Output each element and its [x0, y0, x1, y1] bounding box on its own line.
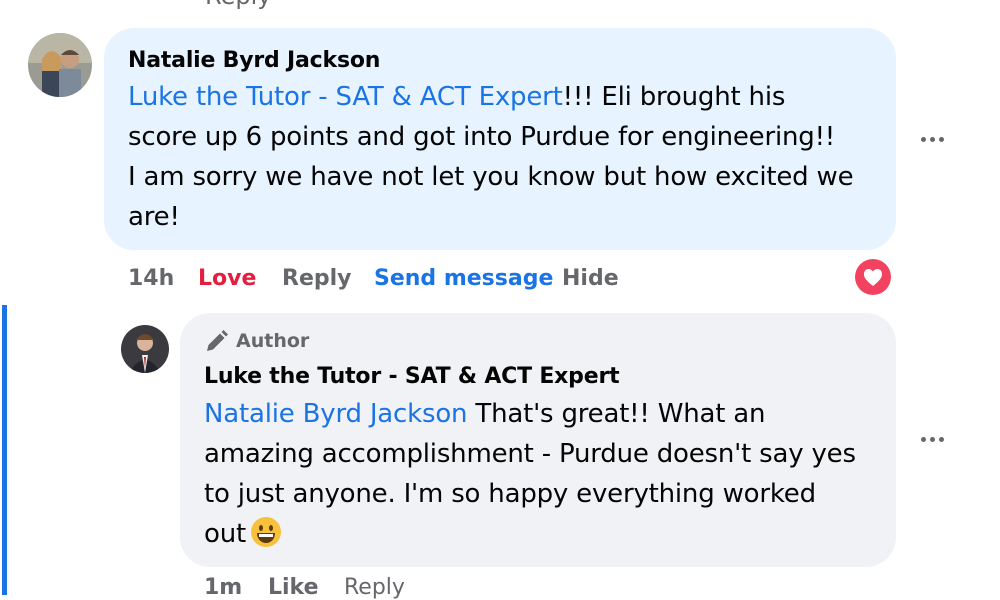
reply-text-line-4: out [204, 514, 856, 554]
comment-text-line-4: are! [128, 202, 180, 232]
reply-text-line-1: Natalie Byrd Jackson That's great!! What… [204, 394, 856, 434]
reply-text-line-1-rest: That's great!! What an [467, 399, 766, 429]
avatar-photo [28, 33, 92, 97]
reply-timestamp[interactable]: 1m [204, 575, 242, 600]
author-badge-label: Author [236, 330, 310, 352]
previous-reply-link[interactable]: Reply [205, 0, 271, 10]
comment-text-line-2: score up 6 points and got into Purdue fo… [128, 122, 836, 152]
comment-author-name[interactable]: Natalie Byrd Jackson [128, 48, 380, 73]
send-message-button[interactable]: Send message [374, 266, 553, 291]
comment-more-options-icon[interactable] [921, 136, 947, 144]
thread-highlight-line [2, 305, 7, 595]
avatar-natalie[interactable] [28, 33, 92, 97]
comment-text-line-3: I am sorry we have not let you know but … [128, 162, 854, 192]
like-button[interactable]: Like [268, 575, 319, 600]
heart-reaction-icon[interactable] [855, 259, 891, 295]
reply-text: Natalie Byrd Jackson That's great!! What… [204, 394, 856, 554]
reply-text-line-4-word: out [204, 519, 246, 549]
grinning-face-emoji-icon [250, 517, 281, 547]
heart-icon [864, 269, 882, 286]
reply-mention[interactable]: Natalie Byrd Jackson [204, 399, 468, 429]
comment-timestamp[interactable]: 14h [128, 266, 174, 291]
reply-text-line-2: amazing accomplishment - Purdue doesn't … [204, 439, 856, 469]
hide-button[interactable]: Hide [562, 266, 619, 291]
comment-text-line-1: Luke the Tutor - SAT & ACT Expert!!! Eli… [128, 77, 853, 117]
comment-mention[interactable]: Luke the Tutor - SAT & ACT Expert [128, 82, 563, 112]
comment-text-line-1-rest: !!! Eli brought his [562, 82, 786, 112]
reply-text-line-3: to just anyone. I'm so happy everything … [204, 479, 816, 509]
avatar-photo [121, 325, 169, 373]
reply-more-options-icon[interactable] [921, 436, 947, 444]
love-reaction-button[interactable]: Love [198, 266, 256, 291]
comment-reply-button[interactable]: Reply [282, 266, 352, 291]
reply-reply-button[interactable]: Reply [344, 575, 405, 600]
pencil-icon [207, 330, 228, 351]
avatar-luke[interactable] [121, 325, 169, 373]
comment-text: Luke the Tutor - SAT & ACT Expert!!! Eli… [128, 77, 854, 237]
reply-author-name[interactable]: Luke the Tutor - SAT & ACT Expert [204, 364, 620, 389]
